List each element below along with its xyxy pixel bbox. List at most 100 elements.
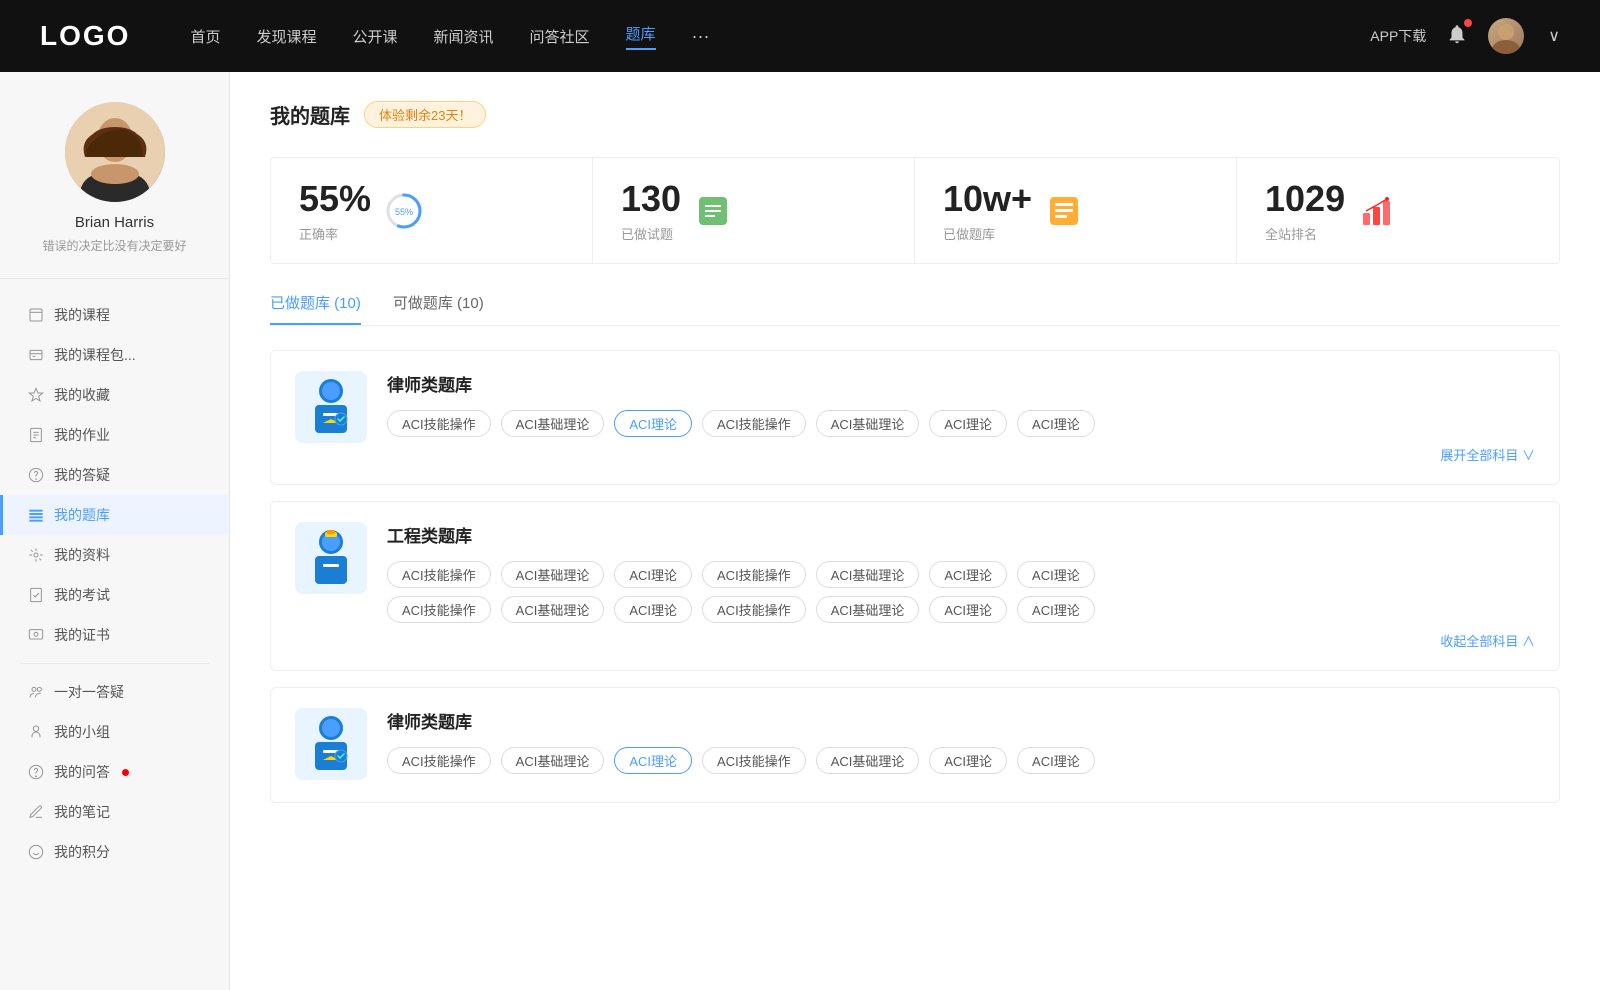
tag-l1-4[interactable]: ACI基础理论	[816, 410, 920, 437]
tag-e-6[interactable]: ACI理论	[1017, 561, 1095, 588]
sidebar-divider	[20, 663, 209, 664]
qbank-item-lawyer3: 律师类题库 ACI技能操作 ACI基础理论 ACI理论 ACI技能操作 ACI基…	[270, 687, 1560, 803]
main-nav: 首页 发现课程 公开课 新闻资讯 问答社区 题库 ···	[190, 23, 1370, 50]
qbank-icon-engineer	[295, 522, 367, 594]
sidebar-label-exam: 我的考试	[54, 585, 110, 605]
group-icon	[28, 724, 44, 740]
collapse-engineer[interactable]: 收起全部科目 ∧	[387, 631, 1535, 650]
tab-available[interactable]: 可做题库 (10)	[393, 292, 484, 325]
engineer-icon-svg	[305, 528, 357, 588]
tag-e-13[interactable]: ACI理论	[1017, 596, 1095, 623]
stat-banks-value: 10w+	[943, 178, 1032, 220]
tag-l3-5[interactable]: ACI理论	[929, 747, 1007, 774]
qbank-list: 律师类题库 ACI技能操作 ACI基础理论 ACI理论 ACI技能操作 ACI基…	[270, 350, 1560, 819]
qbank-body-lawyer3: 律师类题库 ACI技能操作 ACI基础理论 ACI理论 ACI技能操作 ACI基…	[387, 708, 1535, 782]
qbank-title-engineer: 工程类题库	[387, 522, 1535, 547]
sidebar-item-data[interactable]: 我的资料	[0, 535, 229, 575]
tag-l1-3[interactable]: ACI技能操作	[702, 410, 806, 437]
tag-e-9[interactable]: ACI理论	[614, 596, 692, 623]
qbank-body-lawyer1: 律师类题库 ACI技能操作 ACI基础理论 ACI理论 ACI技能操作 ACI基…	[387, 371, 1535, 464]
stat-rank-values: 1029 全站排名	[1265, 178, 1345, 243]
tag-e-10[interactable]: ACI技能操作	[702, 596, 806, 623]
nav-news[interactable]: 新闻资讯	[434, 26, 494, 47]
expand-lawyer1[interactable]: 展开全部科目 ∨	[387, 445, 1535, 464]
stat-banks-values: 10w+ 已做题库	[943, 178, 1032, 243]
stat-questions-label: 已做试题	[621, 224, 681, 243]
tag-e-0[interactable]: ACI技能操作	[387, 561, 491, 588]
tag-l1-0[interactable]: ACI技能操作	[387, 410, 491, 437]
tag-l1-1[interactable]: ACI基础理论	[501, 410, 605, 437]
tag-e-7[interactable]: ACI技能操作	[387, 596, 491, 623]
sidebar-label-cert: 我的证书	[54, 625, 110, 645]
sidebar-label-package: 我的课程包...	[54, 345, 136, 365]
tag-l3-3[interactable]: ACI技能操作	[702, 747, 806, 774]
header-right: APP下载 ∨	[1370, 18, 1560, 54]
sidebar-label-notes: 我的笔记	[54, 802, 110, 822]
tag-l3-4[interactable]: ACI基础理论	[816, 747, 920, 774]
note-icon	[28, 804, 44, 820]
tag-l3-2[interactable]: ACI理论	[614, 747, 692, 774]
tags-row-lawyer3: ACI技能操作 ACI基础理论 ACI理论 ACI技能操作 ACI基础理论 AC…	[387, 747, 1535, 774]
nav-discover[interactable]: 发现课程	[256, 26, 316, 47]
tag-e-1[interactable]: ACI基础理论	[501, 561, 605, 588]
data-icon	[28, 547, 44, 563]
qbank-item-lawyer1: 律师类题库 ACI技能操作 ACI基础理论 ACI理论 ACI技能操作 ACI基…	[270, 350, 1560, 485]
sidebar-item-notes[interactable]: 我的笔记	[0, 792, 229, 832]
tag-e-8[interactable]: ACI基础理论	[501, 596, 605, 623]
sidebar-item-group[interactable]: 我的小组	[0, 712, 229, 752]
app-download-button[interactable]: APP下载	[1370, 26, 1426, 46]
tab-done[interactable]: 已做题库 (10)	[270, 292, 361, 325]
sidebar-item-qa[interactable]: 我的问答	[0, 752, 229, 792]
qbank-title-lawyer1: 律师类题库	[387, 371, 1535, 396]
tags-row-lawyer1: ACI技能操作 ACI基础理论 ACI理论 ACI技能操作 ACI基础理论 AC…	[387, 410, 1535, 437]
tag-l1-2[interactable]: ACI理论	[614, 410, 692, 437]
tag-e-4[interactable]: ACI基础理论	[816, 561, 920, 588]
notification-bell[interactable]	[1446, 23, 1468, 50]
tag-e-11[interactable]: ACI基础理论	[816, 596, 920, 623]
stat-banks-label: 已做题库	[943, 224, 1032, 243]
sidebar-item-homework[interactable]: 我的作业	[0, 415, 229, 455]
avatar-placeholder	[65, 102, 165, 202]
tag-e-12[interactable]: ACI理论	[929, 596, 1007, 623]
sidebar-item-cert[interactable]: 我的证书	[0, 615, 229, 655]
tag-e-2[interactable]: ACI理论	[614, 561, 692, 588]
one-on-one-icon	[28, 684, 44, 700]
sidebar-item-course[interactable]: 我的课程	[0, 295, 229, 335]
profile-avatar-icon	[65, 102, 165, 202]
questions-icon	[695, 193, 731, 229]
avatar-placeholder-icon	[1488, 18, 1524, 54]
tag-l3-6[interactable]: ACI理论	[1017, 747, 1095, 774]
nav-qa[interactable]: 问答社区	[530, 26, 590, 47]
nav-qbank[interactable]: 题库	[626, 23, 656, 50]
lawyer-icon-svg	[305, 377, 357, 437]
sidebar-item-qbank[interactable]: 我的题库	[0, 495, 229, 535]
nav-opencourse[interactable]: 公开课	[352, 26, 397, 47]
stat-accuracy: 55% 正确率 55%	[271, 158, 593, 263]
page-title: 我的题库	[270, 100, 350, 129]
svg-text:55%: 55%	[395, 207, 413, 217]
sidebar-label-qbank: 我的题库	[54, 505, 110, 525]
user-menu-chevron[interactable]: ∨	[1548, 26, 1560, 46]
tag-l3-0[interactable]: ACI技能操作	[387, 747, 491, 774]
sidebar-item-favorites[interactable]: 我的收藏	[0, 375, 229, 415]
sidebar-item-one-on-one[interactable]: 一对一答疑	[0, 672, 229, 712]
tag-e-5[interactable]: ACI理论	[929, 561, 1007, 588]
sidebar-item-exam[interactable]: 我的考试	[0, 575, 229, 615]
tag-l3-1[interactable]: ACI基础理论	[501, 747, 605, 774]
tag-l1-6[interactable]: ACI理论	[1017, 410, 1095, 437]
user-avatar[interactable]	[1488, 18, 1524, 54]
main-layout: Brian Harris 错误的决定比没有决定要好 我的课程 我的课程包... …	[0, 0, 1600, 990]
sidebar-item-questions[interactable]: 我的答疑	[0, 455, 229, 495]
qbank-icon-lawyer3	[295, 708, 367, 780]
sidebar-label-qa: 我的问答	[54, 762, 110, 782]
sidebar-item-points[interactable]: 我的积分	[0, 832, 229, 872]
nav-home[interactable]: 首页	[190, 26, 220, 47]
sidebar-item-package[interactable]: 我的课程包...	[0, 335, 229, 375]
tag-e-3[interactable]: ACI技能操作	[702, 561, 806, 588]
bank-icon	[28, 507, 44, 523]
stat-rank: 1029 全站排名	[1237, 158, 1559, 263]
score-icon	[28, 844, 44, 860]
tags-row-engineer-1: ACI技能操作 ACI基础理论 ACI理论 ACI技能操作 ACI基础理论 AC…	[387, 561, 1535, 588]
tag-l1-5[interactable]: ACI理论	[929, 410, 1007, 437]
nav-more[interactable]: ···	[692, 26, 710, 47]
